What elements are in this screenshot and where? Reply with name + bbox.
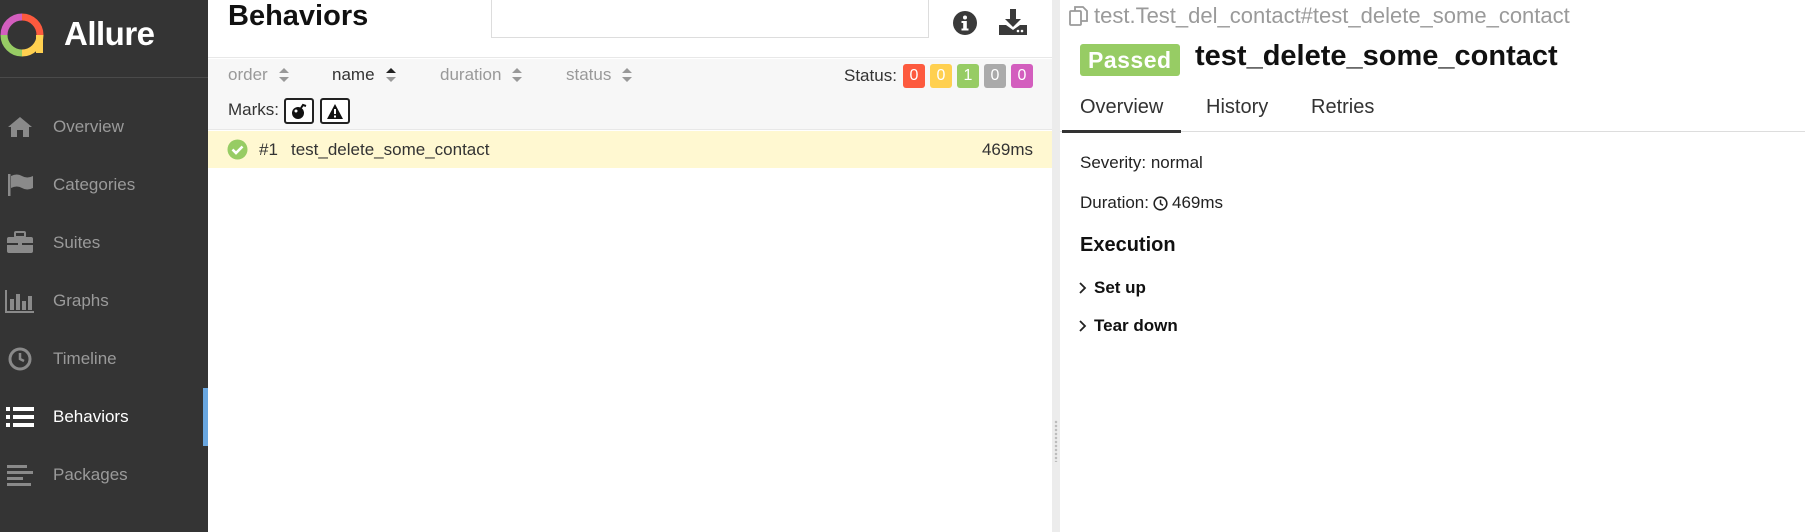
marks-label: Marks: bbox=[228, 100, 279, 119]
table-row[interactable]: #1 test_delete_some_contact 469ms bbox=[208, 131, 1052, 168]
brand-name: Allure bbox=[64, 15, 155, 52]
clock-icon bbox=[1153, 195, 1168, 211]
sort-duration[interactable]: duration bbox=[440, 65, 523, 85]
sort-status[interactable]: status bbox=[566, 65, 633, 85]
status-badge-broken[interactable]: 0 bbox=[930, 64, 952, 88]
sidebar-item-label: Timeline bbox=[53, 349, 117, 368]
sort-icon bbox=[278, 68, 289, 82]
sidebar-item-overview[interactable]: Overview bbox=[0, 98, 208, 156]
sort-name[interactable]: name bbox=[332, 65, 397, 85]
test-full-name: test.Test_del_contact#test_delete_some_c… bbox=[1068, 3, 1570, 29]
row-name: test_delete_some_contact bbox=[291, 140, 490, 159]
resize-grip-icon bbox=[1054, 420, 1058, 462]
execution-title: Execution bbox=[1080, 234, 1176, 256]
sidebar-item-label: Categories bbox=[53, 175, 136, 194]
align-left-icon bbox=[5, 463, 35, 487]
tab-overview[interactable]: Overview bbox=[1061, 96, 1182, 133]
status-filter-label: Status: bbox=[844, 66, 897, 85]
passed-check-icon bbox=[227, 139, 248, 160]
sort-asc-icon bbox=[385, 68, 396, 82]
row-number: #1 bbox=[259, 140, 278, 159]
list-icon bbox=[5, 405, 35, 429]
chevron-right-icon bbox=[1079, 320, 1087, 332]
flag-icon bbox=[5, 173, 35, 197]
test-title: test_delete_some_contact bbox=[1195, 40, 1558, 72]
sidebar-item-label: Suites bbox=[53, 233, 101, 252]
sort-icon bbox=[512, 68, 523, 82]
brand[interactable]: Allure bbox=[0, 0, 208, 78]
sort-status-label: status bbox=[566, 65, 612, 84]
sidebar-item-label: Packages bbox=[53, 465, 128, 484]
duration-value: 469ms bbox=[1171, 193, 1224, 212]
step-label: Set up bbox=[1094, 278, 1146, 297]
status-badge-passed[interactable]: 1 bbox=[957, 64, 979, 88]
bar-chart-icon bbox=[5, 289, 35, 313]
clock-icon bbox=[5, 347, 35, 371]
status-badge-unknown[interactable]: 0 bbox=[1011, 64, 1033, 88]
pane-resizer[interactable] bbox=[1052, 0, 1060, 532]
sort-icon bbox=[622, 68, 633, 82]
duration-field: Duration: 469ms bbox=[1080, 193, 1223, 213]
sidebar-item-suites[interactable]: Suites bbox=[0, 214, 208, 272]
warning-icon bbox=[327, 103, 343, 119]
sidebar: Allure Overview Categories Suites Graphs bbox=[0, 0, 208, 532]
flaky-mark-button[interactable] bbox=[284, 98, 314, 124]
chevron-right-icon bbox=[1079, 282, 1087, 294]
sort-order[interactable]: order bbox=[228, 65, 290, 85]
test-result-panel: test.Test_del_contact#test_delete_some_c… bbox=[1060, 0, 1805, 532]
bomb-icon bbox=[292, 103, 307, 119]
tab-history[interactable]: History bbox=[1206, 96, 1268, 119]
home-icon bbox=[5, 115, 35, 139]
copy-icon[interactable] bbox=[1068, 5, 1090, 27]
status-badge-skipped[interactable]: 0 bbox=[984, 64, 1006, 88]
new-failed-mark-button[interactable] bbox=[320, 98, 350, 124]
sidebar-item-packages[interactable]: Packages bbox=[0, 446, 208, 504]
info-icon[interactable] bbox=[952, 10, 978, 36]
sidebar-item-timeline[interactable]: Timeline bbox=[0, 330, 208, 388]
step-label: Tear down bbox=[1094, 316, 1178, 335]
briefcase-icon bbox=[5, 231, 35, 255]
status-badge-failed[interactable]: 0 bbox=[903, 64, 925, 88]
behaviors-toolbar: order name duration status Status: 0 0 1… bbox=[208, 59, 1052, 130]
test-tabs: Overview History Retries bbox=[1060, 86, 1805, 133]
sidebar-item-label: Overview bbox=[53, 117, 124, 136]
test-path-text: test.Test_del_contact#test_delete_some_c… bbox=[1094, 3, 1570, 28]
row-duration: 469ms bbox=[981, 140, 1033, 159]
allure-logo-icon bbox=[0, 13, 44, 57]
status-badge: Passed bbox=[1080, 44, 1180, 76]
tab-retries[interactable]: Retries bbox=[1311, 96, 1374, 119]
sidebar-item-graphs[interactable]: Graphs bbox=[0, 272, 208, 330]
severity-field: Severity: normal bbox=[1080, 153, 1203, 173]
behaviors-panel: Behaviors order name duration status Sta… bbox=[208, 0, 1052, 532]
download-icon[interactable] bbox=[998, 8, 1028, 36]
sort-name-label: name bbox=[332, 65, 375, 84]
search-input[interactable] bbox=[491, 0, 929, 38]
sidebar-item-label: Graphs bbox=[53, 291, 109, 310]
sidebar-item-categories[interactable]: Categories bbox=[0, 156, 208, 214]
duration-label: Duration: bbox=[1080, 193, 1149, 212]
sort-duration-label: duration bbox=[440, 65, 502, 84]
page-title: Behaviors bbox=[228, 0, 369, 32]
sort-order-label: order bbox=[228, 65, 268, 84]
behaviors-header: Behaviors bbox=[208, 0, 1052, 58]
step-set-up[interactable]: Set up bbox=[1078, 278, 1146, 298]
sidebar-item-label: Behaviors bbox=[53, 407, 129, 426]
sidebar-item-behaviors[interactable]: Behaviors bbox=[0, 388, 208, 446]
severity-text: Severity: normal bbox=[1080, 153, 1203, 172]
sidebar-nav: Overview Categories Suites Graphs Timeli… bbox=[0, 98, 208, 504]
step-tear-down[interactable]: Tear down bbox=[1078, 316, 1178, 336]
